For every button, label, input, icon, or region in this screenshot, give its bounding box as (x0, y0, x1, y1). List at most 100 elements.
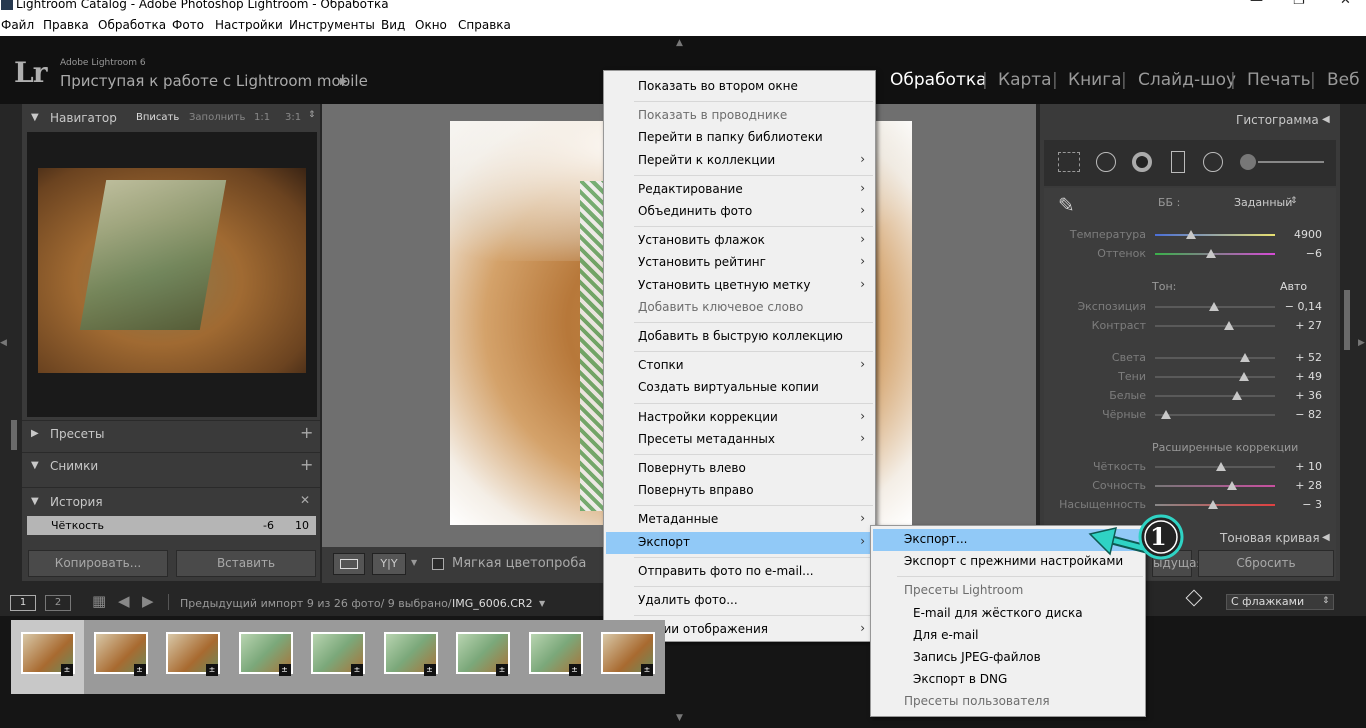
slider-value[interactable]: + 28 (1282, 479, 1322, 492)
slider-track[interactable] (1155, 234, 1275, 236)
slider-knob[interactable] (1238, 372, 1249, 381)
history-title[interactable]: История (50, 495, 103, 509)
submenu-item[interactable]: E-mail для жёсткого диска (913, 606, 1083, 620)
module-slideshow[interactable]: Слайд-шоу (1138, 70, 1236, 90)
menu-item[interactable]: Перейти в папку библиотеки (638, 130, 823, 144)
slider-knob[interactable] (1208, 302, 1219, 311)
graduated-filter-icon[interactable] (1171, 151, 1185, 173)
menu-file[interactable]: Файл (1, 18, 34, 32)
menu-item[interactable]: Пресеты метаданных (638, 432, 775, 446)
slider-knob[interactable] (1226, 481, 1237, 490)
slider-value[interactable]: 4900 (1282, 228, 1322, 241)
filmstrip-thumbnail[interactable]: ± (228, 620, 303, 694)
filmstrip-thumbnail[interactable]: ± (156, 620, 230, 694)
slider-knob[interactable] (1231, 391, 1242, 400)
slider-value[interactable]: + 49 (1282, 370, 1322, 383)
menu-item[interactable]: Установить флажок (638, 233, 765, 247)
menu-item[interactable]: Добавить в быструю коллекцию (638, 329, 843, 343)
clear-history-icon[interactable]: ✕ (300, 493, 310, 507)
module-develop[interactable]: Обработка (890, 70, 987, 90)
slider-value[interactable]: + 27 (1282, 319, 1322, 332)
slider-value[interactable]: + 36 (1282, 389, 1322, 402)
filter-select-icon[interactable]: ⇕ (1322, 596, 1330, 606)
activity-message[interactable]: Приступая к работе с Lightroom mobile (60, 72, 368, 90)
filmstrip-source[interactable]: Предыдущий импорт 9 из 26 фото/ 9 выбран… (180, 597, 452, 610)
menu-item[interactable]: Установить рейтинг (638, 255, 766, 269)
reset-button[interactable]: Сбросить (1198, 550, 1334, 577)
module-web[interactable]: Веб (1327, 70, 1360, 90)
slider-track[interactable] (1155, 395, 1275, 397)
slider-track[interactable] (1155, 466, 1275, 468)
module-book[interactable]: Книга (1068, 70, 1122, 90)
menu-develop[interactable]: Обработка (98, 18, 166, 32)
filmstrip-thumbnail[interactable]: ± (518, 620, 593, 694)
slider-value[interactable]: + 10 (1282, 460, 1322, 473)
slider-value[interactable]: − 3 (1282, 498, 1322, 511)
menu-item[interactable]: Перейти к коллекции (638, 153, 775, 167)
menu-item[interactable]: Объединить фото (638, 204, 752, 218)
tone-curve-title[interactable]: Тоновая кривая (1220, 531, 1320, 545)
spot-removal-icon[interactable] (1096, 152, 1116, 172)
navigator-title[interactable]: Навигатор (50, 111, 117, 125)
menu-edit[interactable]: Правка (43, 18, 89, 32)
softproof-checkbox[interactable] (432, 558, 444, 570)
collapse-tonecurve-icon[interactable]: ◀ (1322, 532, 1330, 543)
brush-slider[interactable] (1258, 161, 1324, 163)
menu-tools[interactable]: Инструменты (289, 18, 375, 32)
filmstrip-thumbnail[interactable]: ± (301, 620, 375, 694)
menu-help[interactable]: Справка (458, 18, 511, 32)
wb-eyedropper-icon[interactable]: ✎ (1058, 193, 1075, 217)
auto-tone-button[interactable]: Авто (1280, 280, 1307, 293)
submenu-item[interactable]: Экспорт... (904, 532, 967, 546)
crop-tool-icon[interactable] (1058, 152, 1080, 172)
expand-presets-icon[interactable]: ▶ (31, 428, 39, 439)
menu-item[interactable]: Настройки коррекции (638, 410, 778, 424)
menu-window[interactable]: Окно (415, 18, 447, 32)
back-arrow-icon[interactable]: ◀ (118, 592, 130, 610)
maximize-icon[interactable]: ❐ (1293, 0, 1305, 7)
slider-track[interactable] (1155, 376, 1275, 378)
collapse-bottom-icon[interactable]: ▼ (676, 713, 683, 723)
loupe-view-button[interactable] (333, 553, 365, 575)
module-print[interactable]: Печать (1247, 70, 1311, 90)
slider-knob[interactable] (1160, 410, 1171, 419)
right-scrollbar[interactable] (1344, 290, 1350, 350)
nav-zoom-stepper-icon[interactable]: ⇕ (308, 110, 316, 120)
menu-item[interactable]: Метаданные (638, 512, 718, 526)
slider-value[interactable]: − 0,14 (1282, 300, 1322, 313)
module-map[interactable]: Карта (998, 70, 1052, 90)
menu-photo[interactable]: Фото (172, 18, 204, 32)
close-icon[interactable]: ✕ (1340, 0, 1351, 7)
left-scrollbar[interactable] (11, 420, 17, 450)
forward-arrow-icon[interactable]: ▶ (142, 592, 154, 610)
wb-dropdown-icon[interactable]: ⇕ (1290, 196, 1298, 206)
filmstrip-filename[interactable]: IMG_6006.CR2 (452, 597, 533, 610)
slider-knob[interactable] (1207, 500, 1218, 509)
paste-button[interactable]: Вставить (176, 550, 316, 577)
slider-track[interactable] (1155, 485, 1275, 487)
radial-filter-icon[interactable] (1203, 152, 1223, 172)
slider-track[interactable] (1155, 325, 1275, 327)
filename-dropdown-icon[interactable]: ▼ (539, 599, 545, 608)
nav-3-1[interactable]: 3:1 (285, 112, 301, 123)
filmstrip-thumbnail[interactable]: ± (446, 620, 520, 694)
submenu-item[interactable]: Экспорт в DNG (913, 672, 1007, 686)
filmstrip-thumbnail[interactable]: ± (83, 620, 158, 694)
expand-history-icon[interactable]: ▼ (31, 496, 39, 507)
slider-knob[interactable] (1224, 321, 1235, 330)
slider-track[interactable] (1155, 357, 1275, 359)
submenu-item[interactable]: Для e-mail (913, 628, 979, 642)
collapse-right-icon[interactable]: ▶ (1358, 338, 1365, 348)
before-after-dropdown-icon[interactable]: ▼ (411, 558, 417, 567)
menu-item[interactable]: Создать виртуальные копии (638, 380, 819, 394)
expand-snapshots-icon[interactable]: ▼ (31, 460, 39, 471)
nav-fill[interactable]: Заполнить (189, 112, 245, 123)
menu-view[interactable]: Вид (381, 18, 405, 32)
grid-icon[interactable]: ▦ (92, 592, 106, 610)
add-snapshot-icon[interactable]: + (300, 455, 313, 474)
primary-window-button[interactable]: 1 (10, 595, 36, 611)
add-preset-icon[interactable]: + (300, 423, 313, 442)
menu-item[interactable]: Повернуть вправо (638, 483, 754, 497)
submenu-item[interactable]: Запись JPEG-файлов (913, 650, 1041, 664)
history-row[interactable]: Чёткость -6 10 (27, 516, 316, 535)
